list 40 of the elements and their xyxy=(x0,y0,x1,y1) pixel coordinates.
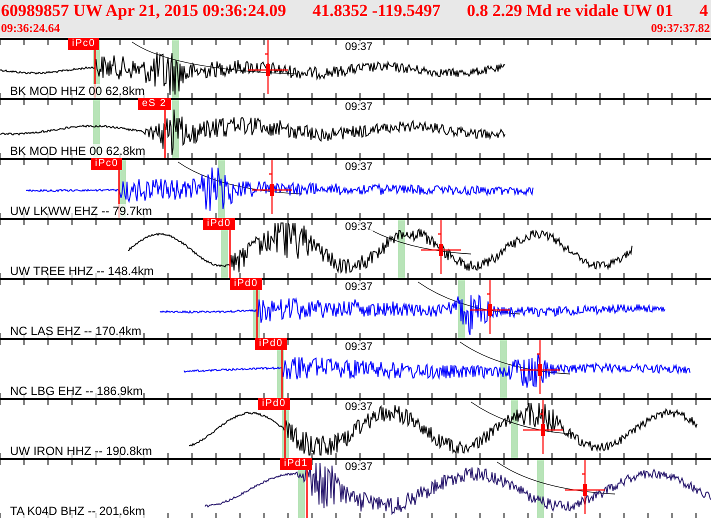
station-label: NC LAS EHZ -- 170.4km xyxy=(10,324,142,338)
event-title: 0.8 2.29 Md re vidale UW 01 xyxy=(466,0,674,21)
station-label: NC LBG EHZ -- 186.9km xyxy=(10,384,143,398)
amplitude-marker xyxy=(469,279,511,335)
amplitude-marker xyxy=(564,459,606,515)
pick-label: iPd0 xyxy=(203,218,236,230)
station-label: TA K04D BHZ -- 201.6km xyxy=(10,504,146,518)
event-title: 60989857 UW Apr 21, 2015 09:36:24.09 xyxy=(1,0,286,21)
pick-label: eS 2 xyxy=(138,98,171,110)
pick-window-band xyxy=(398,220,405,278)
amplitude-marker xyxy=(420,219,462,275)
minute-mark: 09:37 xyxy=(345,41,373,53)
minute-mark: 09:37 xyxy=(345,341,373,353)
station-label: UW TREE HHZ -- 148.4km xyxy=(10,264,154,278)
pick-label: iPd0 xyxy=(230,278,262,290)
amplitude-marker xyxy=(251,159,293,215)
event-title: 4 xyxy=(699,0,708,21)
minute-mark: 09:37 xyxy=(345,401,373,413)
event-title: 41.8352 -119.5497 xyxy=(312,0,440,21)
minute-mark: 09:37 xyxy=(345,161,373,173)
pick-label: iPc0 xyxy=(91,158,122,170)
start-time: 09:36:24.64 xyxy=(1,21,60,35)
minute-mark: 09:37 xyxy=(345,281,373,293)
station-label: UW IRON HHZ -- 190.8km xyxy=(10,444,152,458)
pick-label: iPd1 xyxy=(280,458,312,470)
minute-mark: 09:37 xyxy=(345,221,373,233)
pick-window-band xyxy=(500,340,507,398)
pick-label: iPd0 xyxy=(258,398,290,410)
station-label: BK MOD HHZ 00 62.8km xyxy=(10,84,145,98)
pick-label: iPd0 xyxy=(255,338,288,350)
amplitude-marker xyxy=(247,39,289,95)
amplitude-marker xyxy=(522,399,564,455)
minute-mark: 09:37 xyxy=(345,101,373,113)
station-label: UW LKWW EHZ -- 79.7km xyxy=(10,204,152,218)
end-time: 09:37:37.82 xyxy=(651,21,710,35)
amplitude-marker xyxy=(519,339,561,395)
minute-mark: 09:37 xyxy=(345,461,373,473)
station-label: BK MOD HHE 00 62.8km xyxy=(10,144,146,158)
pick-label: iPc0 xyxy=(68,38,100,50)
pick-window-band xyxy=(537,460,544,518)
